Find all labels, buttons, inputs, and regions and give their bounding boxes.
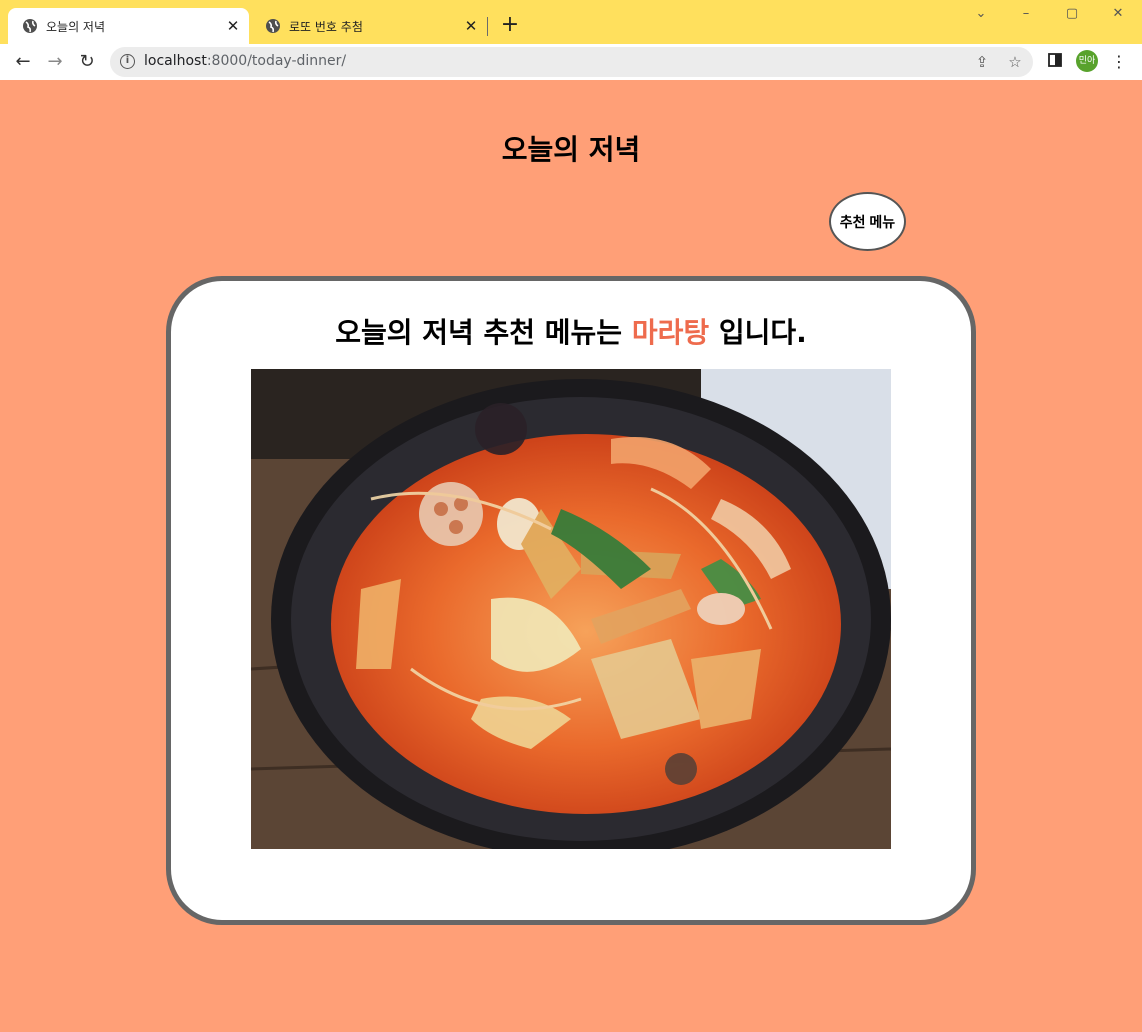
- close-icon[interactable]: ✕: [221, 17, 245, 35]
- tab-search-chevron-icon[interactable]: ⌄: [970, 6, 992, 24]
- tab-divider: [487, 17, 488, 36]
- share-icon[interactable]: ⇪: [972, 52, 992, 72]
- tab-title: 오늘의 저녁: [46, 19, 106, 34]
- url-host: localhost: [144, 53, 207, 69]
- side-panel-icon[interactable]: [1043, 50, 1067, 74]
- browser-titlebar: 오늘의 저녁 ✕ 로또 번호 추첨 ✕ + ⌄ – ▢ ✕: [0, 0, 1142, 44]
- tab-title: 로또 번호 추첨: [289, 19, 363, 34]
- globe-icon: [265, 18, 281, 34]
- info-icon[interactable]: i: [120, 54, 135, 69]
- url-path: :8000/today-dinner/: [206, 53, 347, 69]
- window-close-icon[interactable]: ✕: [1107, 6, 1129, 24]
- bookmark-star-icon[interactable]: ☆: [1005, 52, 1025, 72]
- back-arrow-icon[interactable]: ←: [11, 50, 35, 74]
- profile-avatar[interactable]: 민아: [1076, 50, 1098, 72]
- address-bar[interactable]: i localhost:8000/today-dinner/ ⇪ ☆: [110, 47, 1033, 77]
- menu-kebab-icon[interactable]: ⋮: [1107, 50, 1131, 74]
- minimize-icon[interactable]: –: [1015, 6, 1037, 24]
- mala-tang-image: [251, 369, 891, 849]
- browser-toolbar: ← → ↻ i localhost:8000/today-dinner/ ⇪ ☆…: [0, 44, 1142, 80]
- globe-icon: [22, 18, 38, 34]
- heading-prefix: 오늘의 저녁 추천 메뉴는: [335, 316, 632, 349]
- tab-today-dinner[interactable]: 오늘의 저녁 ✕: [8, 8, 249, 44]
- url-text: localhost:8000/today-dinner/: [144, 53, 346, 69]
- menu-name: 마라탕: [631, 316, 710, 349]
- heading-suffix: 입니다.: [709, 316, 807, 349]
- result-heading: 오늘의 저녁 추천 메뉴는 마라탕 입니다.: [171, 311, 971, 351]
- tab-lotto[interactable]: 로또 번호 추첨 ✕: [251, 8, 487, 44]
- new-tab-button[interactable]: +: [498, 13, 522, 37]
- close-icon[interactable]: ✕: [459, 17, 483, 35]
- page-title: 오늘의 저녁: [501, 133, 641, 166]
- forward-arrow-icon[interactable]: →: [43, 50, 67, 74]
- maximize-icon[interactable]: ▢: [1061, 6, 1083, 24]
- reload-icon[interactable]: ↻: [75, 50, 99, 74]
- result-card: 오늘의 저녁 추천 메뉴는 마라탕 입니다.: [166, 276, 976, 925]
- recommend-menu-button[interactable]: 추천 메뉴: [829, 192, 906, 251]
